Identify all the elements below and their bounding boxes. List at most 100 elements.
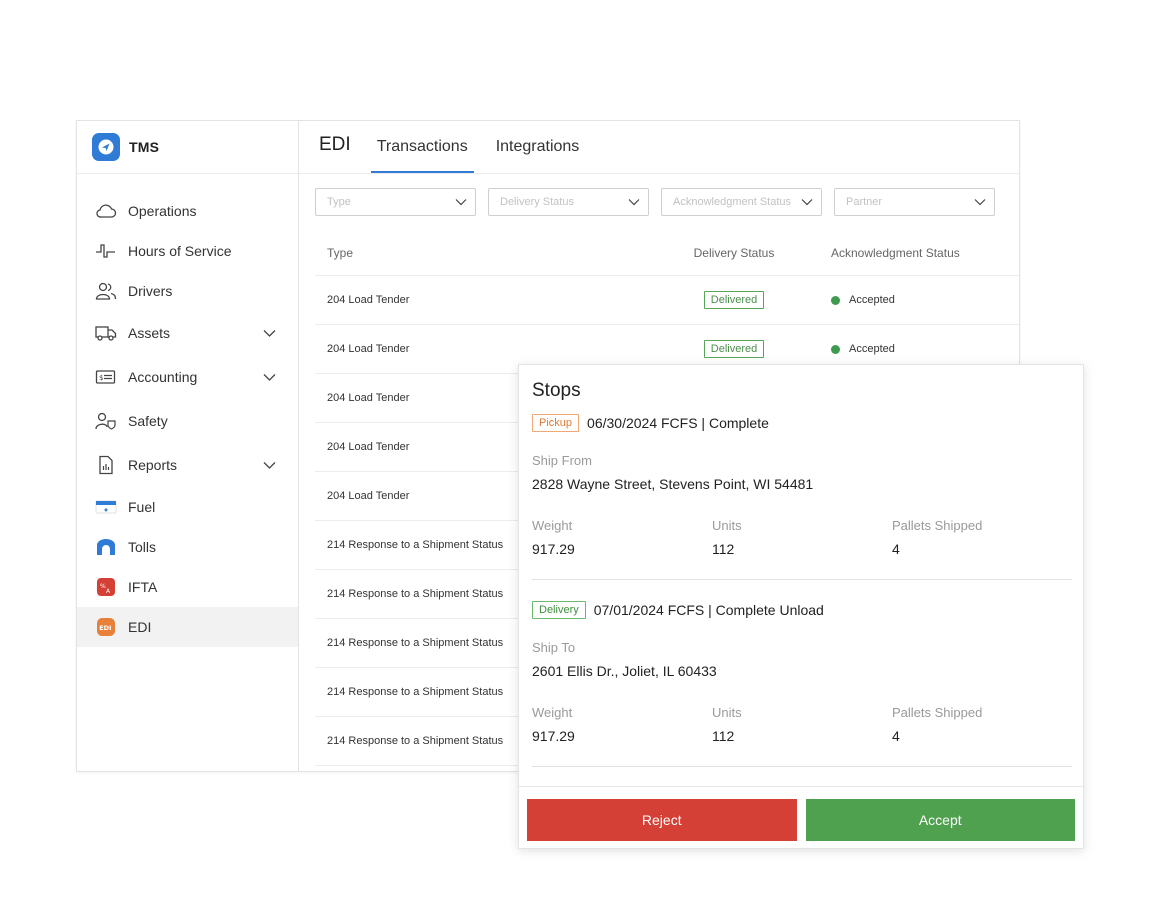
- filter-placeholder: Acknowledgment Status: [673, 196, 792, 208]
- ship-to-label: Ship To: [532, 640, 576, 655]
- status-dot-icon: [831, 295, 840, 305]
- sidebar-item-accounting[interactable]: $ Accounting: [77, 355, 298, 399]
- tms-logo-icon: [92, 133, 120, 161]
- users-icon: [95, 280, 117, 302]
- pallets-label: Pallets Shipped: [892, 518, 983, 533]
- pallets-value: 4: [892, 728, 900, 744]
- pickup-stop: Pickup 06/30/2024 FCFS | Complete: [532, 414, 1072, 432]
- sidebar-item-label: Fuel: [128, 499, 156, 515]
- delivery-status-badge: Delivered: [703, 340, 765, 358]
- tolls-icon: [95, 536, 117, 558]
- sidebar: TMS Operations Hours of Service Drivers: [77, 121, 299, 771]
- stops-title: Stops: [532, 380, 581, 401]
- app-name: TMS: [129, 139, 160, 155]
- fuel-card-icon: [95, 496, 117, 518]
- accept-button[interactable]: Accept: [805, 799, 1075, 841]
- sidebar-item-hours-of-service[interactable]: Hours of Service: [77, 231, 298, 271]
- acknowledgment-status-filter-select[interactable]: Acknowledgment Status: [661, 188, 822, 216]
- sidebar-item-edi[interactable]: EDI EDI: [77, 607, 298, 647]
- tab-transactions[interactable]: Transactions: [370, 138, 474, 173]
- svg-text:$: $: [99, 374, 103, 382]
- sidebar-item-label: IFTA: [128, 579, 158, 595]
- transaction-type: 204 Load Tender: [327, 294, 410, 306]
- transaction-type: 204 Load Tender: [327, 343, 410, 355]
- units-label: Units: [712, 705, 742, 720]
- stops-panel: Stops Pickup 06/30/2024 FCFS | Complete …: [518, 364, 1084, 849]
- delivery-status-badge: Delivered: [703, 291, 765, 309]
- pallets-value: 4: [892, 541, 900, 557]
- billing-icon: $: [95, 366, 117, 388]
- sidebar-item-label: Tolls: [128, 539, 157, 555]
- units-label: Units: [712, 518, 742, 533]
- weight-value: 917.29: [532, 541, 575, 557]
- sidebar-item-fuel[interactable]: Fuel: [77, 487, 298, 527]
- delivery-stop: Delivery 07/01/2024 FCFS | Complete Unlo…: [532, 601, 1072, 619]
- stop-summary: 06/30/2024 FCFS | Complete: [587, 415, 769, 431]
- stop-header: Delivery 07/01/2024 FCFS | Complete Unlo…: [532, 601, 1072, 619]
- acknowledgment-status-text: Accepted: [849, 294, 895, 306]
- column-header-acknowledgment-status[interactable]: Acknowledgment Status: [799, 246, 960, 260]
- acknowledgment-status-cell: Accepted: [799, 294, 895, 306]
- chevron-down-icon: [628, 199, 640, 206]
- reject-button[interactable]: Reject: [527, 799, 797, 841]
- filter-placeholder: Type: [327, 196, 351, 208]
- sidebar-item-label: EDI: [128, 619, 152, 635]
- weight-label: Weight: [532, 705, 573, 720]
- divider: [532, 579, 1072, 580]
- type-filter-select[interactable]: Type: [315, 188, 476, 216]
- delivery-status-cell: Delivered: [669, 291, 799, 309]
- filter-bar: Type Delivery Status Acknowledgment Stat…: [299, 174, 1019, 216]
- filter-placeholder: Partner: [846, 196, 883, 208]
- pulse-icon: [95, 240, 117, 262]
- sidebar-item-label: Drivers: [128, 283, 173, 299]
- weight-label: Weight: [532, 518, 573, 533]
- ship-from-address: 2828 Wayne Street, Stevens Point, WI 544…: [532, 476, 814, 492]
- sidebar-item-label: Hours of Service: [128, 243, 232, 259]
- sidebar-item-safety[interactable]: Safety: [77, 399, 298, 443]
- table-row[interactable]: 204 Load Tender Delivered Accepted: [315, 276, 1021, 325]
- chevron-down-icon[interactable]: [263, 459, 276, 471]
- safety-icon: [95, 410, 117, 432]
- report-icon: [95, 454, 117, 476]
- sidebar-item-reports[interactable]: Reports: [77, 443, 298, 487]
- sidebar-item-ifta[interactable]: % A IFTA: [77, 567, 298, 607]
- page-header: EDI Transactions Integrations: [299, 121, 1019, 174]
- pickup-tag: Pickup: [532, 414, 580, 432]
- chevron-down-icon[interactable]: [263, 327, 276, 339]
- acknowledgment-status-cell: Accepted: [799, 343, 895, 355]
- svg-text:EDI: EDI: [99, 624, 111, 632]
- cloud-icon: [95, 200, 117, 222]
- chevron-down-icon[interactable]: [263, 371, 276, 383]
- partner-filter-select[interactable]: Partner: [834, 188, 995, 216]
- sidebar-item-label: Safety: [128, 413, 168, 429]
- tab-integrations[interactable]: Integrations: [490, 138, 586, 173]
- sidebar-item-tolls[interactable]: Tolls: [77, 527, 298, 567]
- table-header: Type Delivery Status Acknowledgment Stat…: [315, 230, 1021, 276]
- panel-footer: Reject Accept: [519, 786, 1083, 848]
- delivery-status-cell: Delivered: [669, 340, 799, 358]
- sidebar-item-label: Reports: [128, 457, 178, 473]
- divider: [532, 766, 1072, 767]
- stop-header: Pickup 06/30/2024 FCFS | Complete: [532, 414, 1072, 432]
- sidebar-item-drivers[interactable]: Drivers: [77, 271, 298, 311]
- column-header-delivery-status[interactable]: Delivery Status: [669, 246, 799, 260]
- chevron-down-icon: [455, 199, 467, 206]
- edi-icon: EDI: [95, 616, 117, 638]
- delivery-status-filter-select[interactable]: Delivery Status: [488, 188, 649, 216]
- sidebar-item-operations[interactable]: Operations: [77, 191, 298, 231]
- ship-from-label: Ship From: [532, 453, 592, 468]
- page-title: EDI: [319, 134, 351, 155]
- sidebar-item-label: Assets: [128, 325, 171, 341]
- sidebar-item-label: Operations: [128, 203, 197, 219]
- chevron-down-icon: [801, 199, 813, 206]
- acknowledgment-status-text: Accepted: [849, 343, 895, 355]
- sidebar-item-assets[interactable]: Assets: [77, 311, 298, 355]
- delivery-tag: Delivery: [532, 601, 586, 619]
- stop-summary: 07/01/2024 FCFS | Complete Unload: [593, 602, 824, 618]
- status-dot-icon: [831, 344, 840, 354]
- chevron-down-icon: [974, 199, 986, 206]
- brand: TMS: [77, 121, 298, 174]
- ifta-icon: % A: [95, 576, 117, 598]
- sidebar-item-label: Accounting: [128, 369, 198, 385]
- column-header-type[interactable]: Type: [315, 246, 669, 260]
